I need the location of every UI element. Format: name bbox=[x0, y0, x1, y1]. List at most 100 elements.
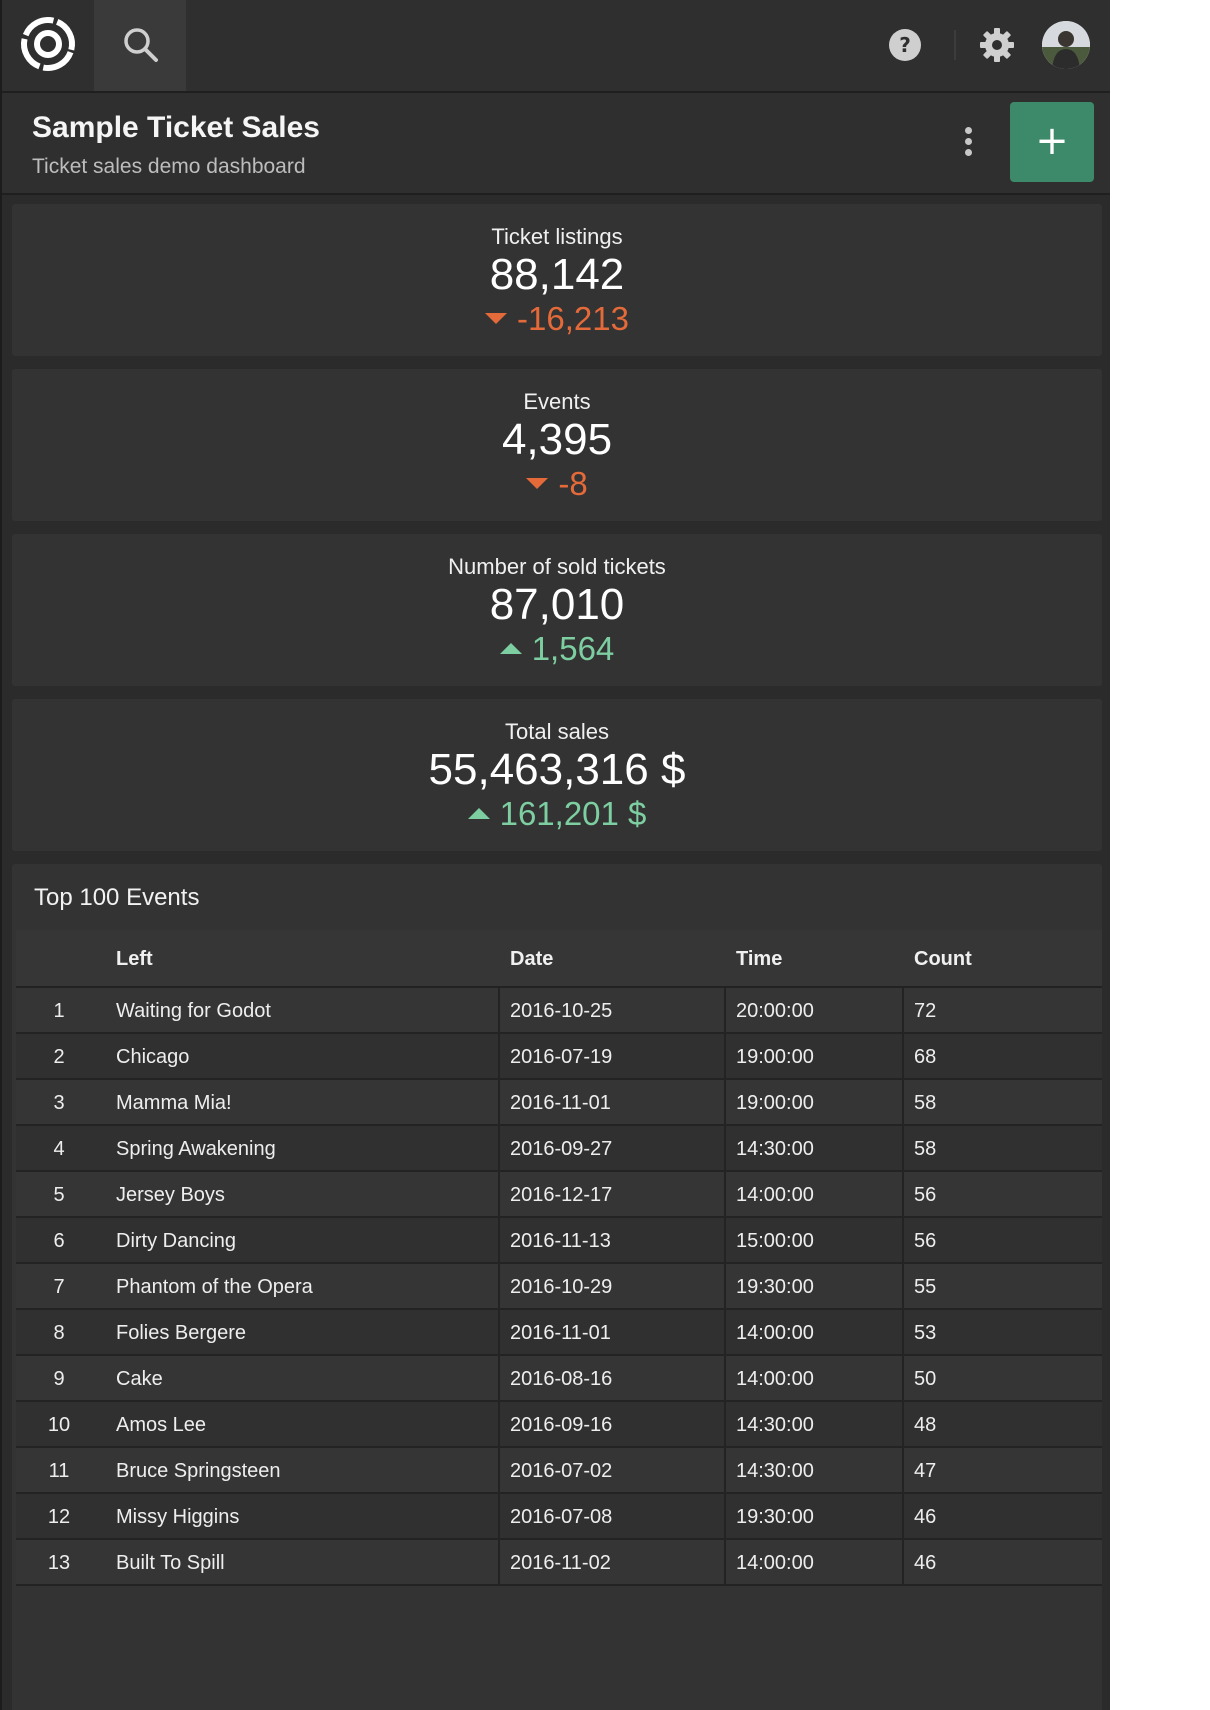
kpi-label: Ticket listings bbox=[491, 224, 623, 249]
column-header-count[interactable]: Count bbox=[904, 930, 1102, 986]
event-count: 46 bbox=[914, 1506, 937, 1528]
table-row[interactable]: 6 Dirty Dancing 2016-11-13 15:00:00 56 bbox=[16, 1218, 1102, 1264]
table-row[interactable]: 8 Folies Bergere 2016-11-01 14:00:00 53 bbox=[16, 1310, 1102, 1356]
event-time: 15:00:00 bbox=[726, 1218, 904, 1262]
table-row[interactable]: 12 Missy Higgins 2016-07-08 19:30:00 46 bbox=[16, 1494, 1102, 1540]
event-time: 14:00:00 bbox=[726, 1172, 904, 1216]
kpi-delta: 161,201 $ bbox=[12, 795, 1102, 833]
row-index: 4 bbox=[53, 1138, 65, 1160]
app-logo-icon[interactable] bbox=[19, 15, 77, 73]
event-time: 14:30:00 bbox=[726, 1448, 904, 1492]
event-name: Phantom of the Opera bbox=[102, 1264, 500, 1308]
top-navigation-bar: ? bbox=[2, 0, 1110, 93]
kpi-value: 87,010 bbox=[489, 580, 625, 629]
event-count: 72 bbox=[914, 1000, 937, 1022]
trend-down-icon bbox=[485, 312, 508, 324]
page-margin bbox=[1110, 0, 1210, 1710]
event-date: 2016-07-02 bbox=[500, 1448, 726, 1492]
event-date: 2016-07-08 bbox=[500, 1494, 726, 1538]
row-index: 9 bbox=[53, 1368, 65, 1390]
table-body: 1 Waiting for Godot 2016-10-25 20:00:00 72 2 C… bbox=[16, 988, 1102, 1586]
table-row[interactable]: 4 Spring Awakening 2016-09-27 14:30:00 58 bbox=[16, 1126, 1102, 1172]
event-name: Missy Higgins bbox=[102, 1494, 500, 1538]
event-name: Jersey Boys bbox=[102, 1172, 500, 1216]
event-count: 46 bbox=[914, 1552, 937, 1574]
event-date: 2016-12-17 bbox=[500, 1172, 726, 1216]
row-index: 10 bbox=[47, 1414, 71, 1436]
event-count: 56 bbox=[914, 1230, 937, 1252]
kpi-value: 4,395 bbox=[501, 415, 613, 464]
event-name: Waiting for Godot bbox=[102, 988, 500, 1032]
event-count: 53 bbox=[914, 1322, 937, 1344]
kpi-label: Number of sold tickets bbox=[448, 554, 666, 579]
table-row[interactable]: 7 Phantom of the Opera 2016-10-29 19:30:00 5… bbox=[16, 1264, 1102, 1310]
row-index: 7 bbox=[53, 1276, 65, 1298]
help-icon: ? bbox=[889, 29, 921, 61]
row-index: 11 bbox=[48, 1460, 70, 1482]
event-name: Spring Awakening bbox=[102, 1126, 500, 1170]
page-frame: ? Sample Ticket Sales Ticket sales demo … bbox=[0, 0, 1210, 1710]
event-date: 2016-09-27 bbox=[500, 1126, 726, 1170]
kpi-delta-value: 1,564 bbox=[531, 630, 615, 667]
event-time: 19:00:00 bbox=[726, 1080, 904, 1124]
event-date: 2016-11-02 bbox=[500, 1540, 726, 1584]
event-date: 2016-10-29 bbox=[500, 1264, 726, 1308]
event-time: 20:00:00 bbox=[726, 988, 904, 1032]
kpi-delta: -8 bbox=[12, 465, 1102, 503]
svg-text:?: ? bbox=[899, 33, 911, 57]
row-index: 2 bbox=[53, 1046, 65, 1068]
user-avatar[interactable] bbox=[1042, 21, 1090, 69]
kpi-delta-value: -8 bbox=[558, 465, 588, 502]
row-index: 6 bbox=[53, 1230, 65, 1252]
kpi-card-sold-tickets: Number of sold tickets 87,010 1,564 bbox=[12, 534, 1102, 686]
event-count: 55 bbox=[914, 1276, 937, 1298]
row-index: 13 bbox=[47, 1552, 71, 1574]
kpi-label: Total sales bbox=[505, 719, 609, 744]
event-time: 14:00:00 bbox=[726, 1540, 904, 1584]
event-count: 48 bbox=[914, 1414, 937, 1436]
event-count: 58 bbox=[914, 1092, 937, 1114]
kpi-delta: -16,213 bbox=[12, 300, 1102, 338]
settings-button[interactable] bbox=[978, 26, 1016, 64]
event-name: Chicago bbox=[102, 1034, 500, 1078]
table-header-row: Left Date Time Count bbox=[16, 930, 1102, 988]
event-time: 19:00:00 bbox=[726, 1034, 904, 1078]
event-date: 2016-08-16 bbox=[500, 1356, 726, 1400]
top-events-table-card: Top 100 Events Left Date Time Count 1 Wai… bbox=[12, 864, 1102, 1710]
kpi-delta: 1,564 bbox=[12, 630, 1102, 668]
table-row[interactable]: 10 Amos Lee 2016-09-16 14:30:00 48 bbox=[16, 1402, 1102, 1448]
table-row[interactable]: 2 Chicago 2016-07-19 19:00:00 68 bbox=[16, 1034, 1102, 1080]
topbar-divider bbox=[954, 30, 956, 60]
row-index: 5 bbox=[53, 1184, 65, 1206]
help-button[interactable]: ? bbox=[888, 28, 922, 62]
table-row[interactable]: 5 Jersey Boys 2016-12-17 14:00:00 56 bbox=[16, 1172, 1102, 1218]
kpi-label: Events bbox=[523, 389, 591, 414]
trend-up-icon bbox=[499, 642, 522, 654]
events-table: Left Date Time Count 1 Waiting for Godot 2… bbox=[16, 930, 1102, 1586]
row-index: 1 bbox=[53, 1000, 65, 1022]
search-button[interactable] bbox=[94, 0, 186, 91]
event-count: 68 bbox=[914, 1046, 937, 1068]
event-date: 2016-09-16 bbox=[500, 1402, 726, 1446]
table-row[interactable]: 3 Mamma Mia! 2016-11-01 19:00:00 58 bbox=[16, 1080, 1102, 1126]
column-header-date[interactable]: Date bbox=[500, 930, 726, 986]
table-row[interactable]: 11 Bruce Springsteen 2016-07-02 14:30:00 47 bbox=[16, 1448, 1102, 1494]
kpi-value: 88,142 bbox=[489, 250, 625, 299]
table-row[interactable]: 9 Cake 2016-08-16 14:00:00 50 bbox=[16, 1356, 1102, 1402]
column-header-time[interactable]: Time bbox=[726, 930, 904, 986]
table-row[interactable]: 1 Waiting for Godot 2016-10-25 20:00:00 72 bbox=[16, 988, 1102, 1034]
event-name: Dirty Dancing bbox=[102, 1218, 500, 1262]
event-time: 19:30:00 bbox=[726, 1494, 904, 1538]
table-row[interactable]: 13 Built To Spill 2016-11-02 14:00:00 46 bbox=[16, 1540, 1102, 1586]
event-count: 58 bbox=[914, 1138, 937, 1160]
column-header-index[interactable] bbox=[16, 930, 102, 986]
more-options-icon[interactable] bbox=[957, 127, 979, 161]
event-time: 14:30:00 bbox=[726, 1126, 904, 1170]
column-header-left[interactable]: Left bbox=[102, 930, 500, 986]
event-date: 2016-11-13 bbox=[500, 1218, 726, 1262]
event-date: 2016-07-19 bbox=[500, 1034, 726, 1078]
add-widget-button[interactable]: + bbox=[1010, 102, 1094, 182]
page-title: Sample Ticket Sales bbox=[32, 111, 320, 144]
event-date: 2016-11-01 bbox=[500, 1080, 726, 1124]
row-index: 12 bbox=[47, 1506, 71, 1528]
